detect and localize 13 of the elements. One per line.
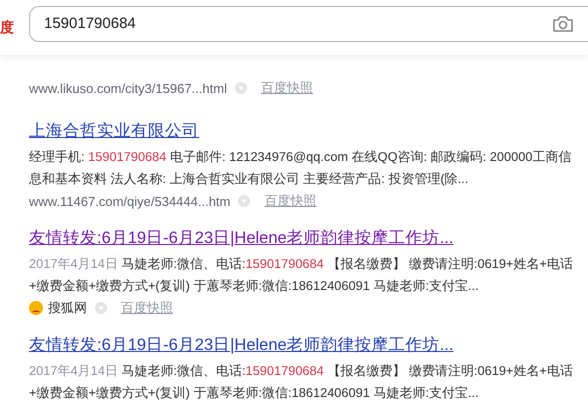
- source-name: 搜狐网: [48, 299, 87, 317]
- result-snippet: 经理手机: 15901790684 电子邮件: 121234976@qq.com 在线QQ咨询: 邮政编码: 200000工商信息和基本资料 法人名称: 上海合哲实业有限公司 主要经营产品: 投资管理(除...: [29, 148, 572, 188]
- result-url: www.11467.com/qiye/534444...htm: [29, 194, 230, 208]
- result-snippet: 2017年4月14日 马婕老师:微信、电话:15901790684 【报名缴费】 缴费请注明:0619+姓名+电话+缴费金额+缴费方式+(复训) 于蕙琴老师:微信:18612406091 马婕老师:支付宝...: [29, 362, 574, 402]
- result-title-link[interactable]: 友情转发:6月19日-6月23日|Helene老师韵律按摩工作坊...: [29, 333, 454, 357]
- result-url: www.likuso.com/city3/15967...html: [29, 80, 227, 96]
- search-field[interactable]: 15901790684: [29, 6, 588, 42]
- camera-icon[interactable]: [552, 14, 574, 32]
- result-snippet: 2017年4月14日 马婕老师:微信、电话:15901790684 【报名缴费】 缴费请注明:0619+姓名+电话+缴费金额+缴费方式+(复训) 于蕙琴老师:微信:18612406091 马婕老师:支付宝...: [29, 255, 574, 295]
- result-title-link[interactable]: 上海合哲实业有限公司: [29, 119, 199, 143]
- logo-text[interactable]: 度: [0, 18, 15, 36]
- site-logo-icon: [29, 301, 43, 315]
- result-title-link[interactable]: 友情转发:6月19日-6月23日|Helene老师韵律按摩工作坊...: [29, 226, 454, 250]
